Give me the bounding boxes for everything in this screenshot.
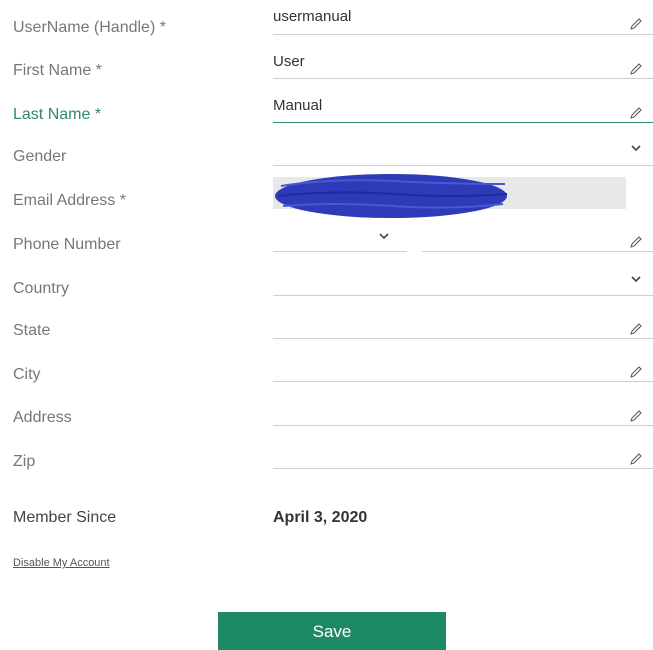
pencil-icon[interactable] xyxy=(629,322,643,336)
save-button[interactable]: Save xyxy=(218,612,446,650)
pencil-icon[interactable] xyxy=(629,17,643,31)
chevron-down-icon[interactable] xyxy=(631,144,641,152)
member-since-value: April 3, 2020 xyxy=(273,509,368,526)
username-field[interactable]: usermanual xyxy=(273,0,653,35)
city-field[interactable] xyxy=(273,348,653,382)
profile-form: UserName (Handle) * usermanual First Nam… xyxy=(0,0,653,650)
address-field[interactable] xyxy=(273,392,653,426)
member-since-label: Member Since xyxy=(13,509,117,526)
first-name-value: User xyxy=(273,53,305,70)
disable-account-link[interactable]: Disable My Account xyxy=(13,557,110,569)
pencil-icon[interactable] xyxy=(629,365,643,379)
phone-label: Phone Number xyxy=(13,236,121,253)
last-name-label: Last Name * xyxy=(13,106,102,123)
pencil-icon[interactable] xyxy=(629,106,643,120)
gender-label: Gender xyxy=(13,148,67,165)
last-name-value: Manual xyxy=(273,97,323,114)
state-field[interactable] xyxy=(273,305,653,339)
phone-code-select[interactable] xyxy=(273,218,407,252)
address-label: Address xyxy=(13,409,72,426)
pencil-icon[interactable] xyxy=(629,409,643,423)
zip-label: Zip xyxy=(13,453,36,470)
country-select[interactable] xyxy=(273,262,653,296)
username-value: usermanual xyxy=(273,8,352,25)
state-label: State xyxy=(13,322,51,339)
email-label: Email Address * xyxy=(13,192,126,209)
pencil-icon[interactable] xyxy=(629,62,643,76)
last-name-field[interactable]: Manual xyxy=(273,89,653,123)
redaction-scribble xyxy=(275,174,508,218)
country-label: Country xyxy=(13,280,70,297)
chevron-down-icon[interactable] xyxy=(379,232,389,240)
chevron-down-icon[interactable] xyxy=(631,275,641,283)
gender-select[interactable] xyxy=(273,132,653,166)
pencil-icon[interactable] xyxy=(629,452,643,466)
username-label: UserName (Handle) * xyxy=(13,19,166,36)
phone-number-field[interactable] xyxy=(422,218,653,252)
pencil-icon[interactable] xyxy=(629,235,643,249)
zip-field[interactable] xyxy=(273,435,653,469)
first-name-field[interactable]: User xyxy=(273,45,653,79)
first-name-label: First Name * xyxy=(13,62,102,79)
city-label: City xyxy=(13,366,41,383)
